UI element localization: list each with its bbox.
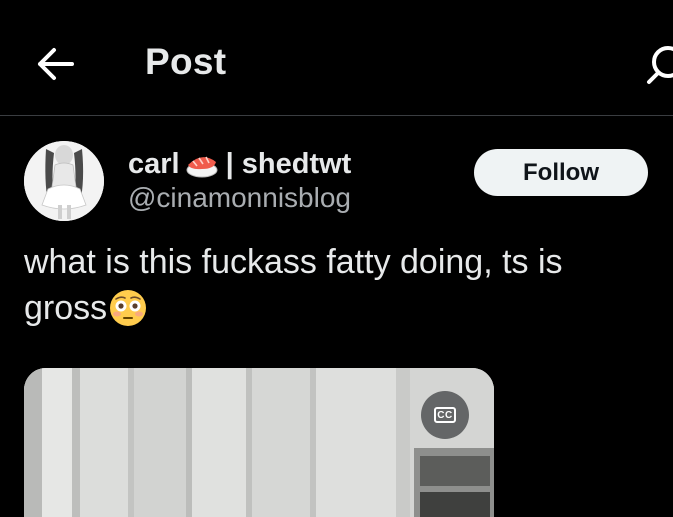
post-text-line-2-wrap: gross — [24, 285, 654, 331]
author-handle[interactable]: @cinamonnisblog — [128, 182, 351, 214]
author-avatar[interactable] — [24, 141, 104, 221]
page-title: Post — [145, 41, 227, 82]
search-button[interactable] — [644, 42, 673, 86]
post-text: what is this fuckass fatty doing, ts is … — [24, 239, 654, 331]
arrow-left-icon — [38, 48, 74, 80]
top-bar: Post — [0, 0, 673, 116]
flushed-face-emoji — [110, 290, 147, 326]
avatar-image — [24, 141, 104, 221]
author-name-suffix: | shedtwt — [225, 147, 352, 180]
captions-button[interactable]: CC — [421, 391, 469, 439]
author-info: carl | shedtwt @cinamonnisblog — [128, 147, 351, 214]
post-text-line-1: what is this fuckass fatty doing, ts is — [24, 243, 563, 281]
author-display-name: carl — [128, 147, 180, 180]
search-icon — [647, 46, 673, 84]
video-thumbnail — [24, 368, 494, 517]
post-text-line-2: gross — [24, 289, 108, 327]
follow-button[interactable]: Follow — [474, 149, 648, 196]
back-button[interactable] — [30, 40, 82, 88]
cc-icon: CC — [434, 407, 456, 423]
sushi-emoji — [186, 156, 218, 178]
post-screen: Post carl | shedtwt @cinamonnisblog Foll… — [0, 0, 673, 517]
post-video[interactable] — [24, 368, 494, 517]
display-name-row[interactable]: carl | shedtwt — [128, 147, 351, 181]
